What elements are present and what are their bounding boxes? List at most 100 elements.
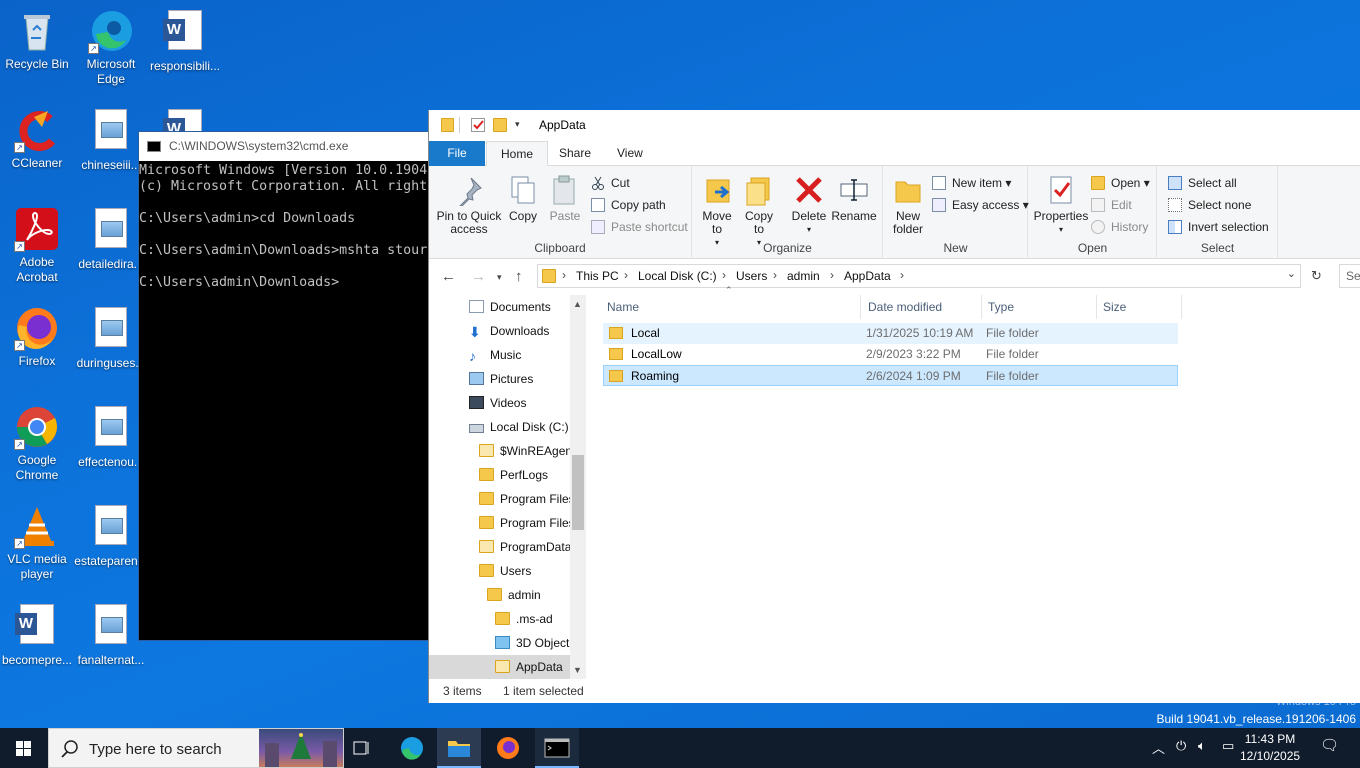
edit-button[interactable]: Edit bbox=[1091, 196, 1132, 214]
scroll-up-icon[interactable]: ▲ bbox=[573, 299, 582, 309]
new-folder-button[interactable]: New folder bbox=[888, 174, 928, 236]
desktop-icon-duringuses[interactable]: duringuses... bbox=[74, 305, 148, 371]
search-input[interactable]: Se bbox=[1339, 264, 1360, 288]
invert-selection-button[interactable]: Invert selection bbox=[1168, 218, 1269, 236]
properties-qa-icon[interactable] bbox=[471, 118, 485, 132]
customize-qa-chevron-icon[interactable]: ▾ bbox=[515, 119, 520, 130]
network-icon[interactable]: ▭ bbox=[1222, 738, 1234, 754]
nav-scrollbar[interactable]: ▲ ▼ bbox=[570, 295, 586, 679]
navigation-pane[interactable]: Documents ⬇ Downloads ♪ Music Pictures Vid… bbox=[429, 295, 586, 679]
desktop-icon-adobe-acrobat[interactable]: ↗ Adobe Acrobat bbox=[0, 206, 74, 285]
nav-item-appdata[interactable]: AppData bbox=[429, 655, 570, 679]
file-row[interactable]: LocalLow 2/9/2023 3:22 PM File folder bbox=[603, 344, 1178, 365]
nav-item-users[interactable]: Users bbox=[479, 559, 569, 583]
taskbar-firefox[interactable] bbox=[488, 728, 528, 768]
desktop-icon-firefox[interactable]: ↗ Firefox bbox=[0, 305, 74, 369]
cmd-window[interactable]: C:\WINDOWS\system32\cmd.exe Microsoft Wi… bbox=[138, 131, 438, 641]
task-view-button[interactable] bbox=[345, 728, 377, 768]
nav-item-winreagent[interactable]: $WinREAgent bbox=[479, 439, 575, 463]
desktop-icon-estateparen[interactable]: estateparen... bbox=[74, 503, 148, 569]
file-row[interactable]: Local 1/31/2025 10:19 AM File folder bbox=[603, 323, 1178, 344]
file-explorer-window[interactable]: ▾ AppData File Home Share View Pin to Qu… bbox=[428, 110, 1360, 703]
rename-button[interactable]: Rename bbox=[831, 174, 877, 223]
tab-share[interactable]: Share bbox=[545, 141, 605, 166]
desktop-icon-becomepre[interactable]: W becomepre... bbox=[0, 602, 74, 668]
cmd-titlebar[interactable]: C:\WINDOWS\system32\cmd.exe bbox=[139, 132, 437, 161]
desktop-icon-chineseiii[interactable]: chineseiii... bbox=[74, 107, 148, 173]
tab-home[interactable]: Home bbox=[486, 141, 549, 167]
tray-overflow-chevron-icon[interactable]: ︿ bbox=[1152, 738, 1165, 757]
nav-item-downloads[interactable]: ⬇ Downloads bbox=[469, 319, 569, 343]
paste-shortcut-button[interactable]: Paste shortcut bbox=[591, 218, 688, 236]
select-all-button[interactable]: Select all bbox=[1168, 174, 1237, 192]
move-to-button[interactable]: Move to ▾ bbox=[697, 174, 737, 249]
crumb-local-disk[interactable]: Local Disk (C:) bbox=[638, 269, 717, 283]
easy-access-button[interactable]: Easy access ▾ bbox=[932, 196, 1029, 214]
file-list[interactable]: ⌃ Name Date modified Type Size Local 1/3… bbox=[601, 285, 1360, 679]
desktop-icon-effectenou[interactable]: effectenou... bbox=[74, 404, 148, 470]
nav-item-pictures[interactable]: Pictures bbox=[469, 367, 569, 391]
new-folder-qa-icon[interactable] bbox=[493, 118, 507, 132]
tab-file[interactable]: File bbox=[429, 141, 485, 166]
desktop-icon-responsibili[interactable]: W responsibili... bbox=[148, 8, 222, 74]
column-header-type[interactable]: Type bbox=[982, 295, 1097, 319]
notifications-icon[interactable]: 🗨︎ bbox=[1320, 736, 1339, 754]
nav-item-admin[interactable]: admin bbox=[487, 583, 569, 607]
desktop-icon-recycle-bin[interactable]: Recycle Bin bbox=[0, 8, 74, 72]
address-dropdown-icon[interactable]: ⌄ bbox=[1287, 267, 1296, 280]
nav-item-documents[interactable]: Documents bbox=[469, 295, 569, 319]
copy-path-button[interactable]: Copy path bbox=[591, 196, 666, 214]
nav-item-perflogs[interactable]: PerfLogs bbox=[479, 463, 569, 487]
crumb-appdata[interactable]: AppData bbox=[844, 269, 891, 283]
scroll-down-icon[interactable]: ▼ bbox=[573, 665, 582, 675]
paste-button[interactable]: Paste bbox=[545, 174, 585, 223]
recent-chevron-icon[interactable]: ▾ bbox=[497, 272, 502, 283]
taskbar-file-explorer[interactable] bbox=[437, 728, 481, 768]
properties-button[interactable]: Properties ▾ bbox=[1033, 174, 1089, 236]
refresh-icon[interactable]: ↻ bbox=[1311, 268, 1322, 284]
back-arrow-icon[interactable]: ← bbox=[441, 268, 456, 285]
column-header-date[interactable]: Date modified bbox=[862, 295, 982, 319]
desktop-icon-vlc[interactable]: ↗ VLC media player bbox=[0, 503, 74, 582]
select-none-button[interactable]: Select none bbox=[1168, 196, 1251, 214]
column-header-size[interactable]: Size bbox=[1097, 295, 1182, 319]
nav-item-programdata[interactable]: ProgramData bbox=[479, 535, 571, 559]
desktop-icon-edge[interactable]: ↗ Microsoft Edge bbox=[74, 8, 148, 87]
crumb-users[interactable]: Users bbox=[736, 269, 767, 283]
new-item-button[interactable]: New item ▾ bbox=[932, 174, 1011, 192]
cut-button[interactable]: Cut bbox=[591, 174, 630, 192]
open-button[interactable]: Open ▾ bbox=[1091, 174, 1150, 192]
nav-item-program-files[interactable]: Program Files bbox=[479, 487, 575, 511]
nav-item-local-disk[interactable]: Local Disk (C:) bbox=[469, 415, 569, 439]
nav-item-videos[interactable]: Videos bbox=[469, 391, 569, 415]
nav-item-ms-ad[interactable]: .ms-ad bbox=[495, 607, 569, 631]
system-clock[interactable]: 11:43 PM 12/10/2025 bbox=[1240, 731, 1300, 765]
crumb-admin[interactable]: admin bbox=[787, 269, 820, 283]
column-header-name[interactable]: Name bbox=[601, 295, 861, 319]
tray-device-icon[interactable]: ⏻ bbox=[1176, 738, 1186, 754]
desktop-icon-detailedira[interactable]: detailedira... bbox=[74, 206, 148, 272]
nav-item-music[interactable]: ♪ Music bbox=[469, 343, 569, 367]
explorer-titlebar[interactable]: ▾ AppData bbox=[429, 110, 1360, 141]
crumb-this-pc[interactable]: This PC bbox=[576, 269, 619, 283]
history-button[interactable]: History bbox=[1091, 218, 1148, 236]
desktop-icon-google-chrome[interactable]: ↗ Google Chrome bbox=[0, 404, 74, 483]
forward-arrow-icon[interactable]: → bbox=[471, 268, 486, 285]
cmd-output[interactable]: Microsoft Windows [Version 10.0.1904 (c)… bbox=[139, 161, 437, 291]
taskbar-edge[interactable] bbox=[392, 728, 432, 768]
desktop-icon-fanalternat[interactable]: fanalternat... bbox=[74, 602, 148, 668]
tab-view[interactable]: View bbox=[603, 141, 657, 166]
copy-button[interactable]: Copy bbox=[505, 174, 541, 223]
up-arrow-icon[interactable]: ↑ bbox=[515, 268, 523, 285]
pin-quick-access-button[interactable]: Pin to Quick access bbox=[435, 174, 503, 236]
desktop-icon-ccleaner[interactable]: ↗ CCleaner bbox=[0, 107, 74, 171]
scroll-thumb[interactable] bbox=[572, 455, 584, 530]
copy-to-button[interactable]: Copy to ▾ bbox=[739, 174, 779, 249]
start-button[interactable] bbox=[0, 728, 48, 768]
taskbar-cmd[interactable] bbox=[535, 728, 579, 768]
nav-item-3d-objects[interactable]: 3D Objects bbox=[495, 631, 575, 655]
nav-item-program-files-x86[interactable]: Program Files bbox=[479, 511, 575, 535]
delete-button[interactable]: Delete ▾ bbox=[789, 174, 829, 236]
volume-icon[interactable]: 🔈︎ bbox=[1198, 738, 1206, 754]
file-row[interactable]: Roaming 2/6/2024 1:09 PM File folder bbox=[603, 365, 1178, 386]
